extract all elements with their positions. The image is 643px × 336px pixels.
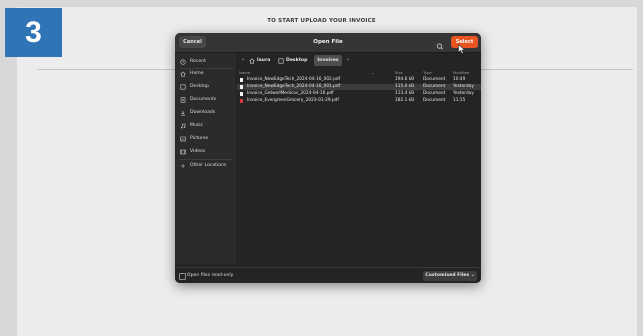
file-modified: 10:49 [453,77,466,82]
dialog-header: Cancel Open File Select [175,33,481,53]
file-name: Invoice_EvergreenGrocery_2023-01-29.pdf [247,98,339,103]
file-modified: 11:15 [453,98,466,103]
breadcrumb-label: laura [257,58,271,63]
column-header-name[interactable]: Name [239,70,250,76]
column-header-sort-icon: ⌄ [371,70,375,75]
search-icon[interactable] [434,37,446,50]
breadcrumb-item-invoices[interactable]: Invoices [314,55,342,66]
file-modified: Yesterday [453,84,474,89]
breadcrumb-item-home[interactable]: laura [249,55,276,66]
sidebar-item-label: Pictures [190,136,209,141]
file-type: Document [423,77,446,82]
step-badge: 3 [5,8,62,57]
sidebar-item-label: Downloads [190,110,216,115]
table-row[interactable]: Invoice_NewEdgeTech_2024-04-16_001.pdf 1… [237,84,481,90]
file-icon [240,85,243,89]
file-modified: Yesterday [453,91,474,96]
page-heading: TO START UPLOAD YOUR INVOICE [267,18,376,24]
file-size: 113.4 kB [395,91,415,96]
sidebar-item-label: Other Locations [190,163,227,168]
file-name: Invoice_GetwellMedicos_2024-04-16.pdf [247,91,334,96]
file-icon [240,92,243,96]
file-type: Document [423,98,446,103]
video-icon [180,149,186,155]
file-name: Invoice_NewEdgeTech_2024-04-16_002.pdf [247,77,341,82]
file-chooser-dialog: Cancel Open File Select Recent Home Desk… [175,33,481,283]
read-only-checkbox[interactable] [179,273,186,280]
sidebar-item-label: Music [190,123,204,128]
sidebar-item-label: Documents [190,97,217,102]
home-icon [180,71,186,77]
breadcrumb-item-desktop[interactable]: Desktop [278,55,312,66]
chevron-down-icon: ⌄ [470,273,475,278]
mouse-cursor-icon [458,44,466,55]
chevron-left-icon[interactable]: ‹ [239,55,247,66]
table-row[interactable]: Invoice_GetwellMedicos_2024-04-16.pdf 11… [237,91,481,97]
sidebar-item-label: Desktop [190,84,209,89]
sidebar-item-label: Home [190,71,204,76]
file-filter-label: Customised Files [425,273,470,278]
home-icon [249,57,255,63]
desktop-icon [278,58,284,64]
sidebar-divider [179,68,232,69]
download-icon [181,110,185,116]
table-row[interactable]: Invoice_NewEdgeTech_2024-04-16_002.pdf 1… [237,77,481,83]
file-size: 115.0 kB [395,84,415,89]
plus-icon [181,164,185,168]
column-header-modified[interactable]: Modified [453,70,469,76]
sidebar-item-label: Videos [190,149,206,154]
file-name: Invoice_NewEdgeTech_2024-04-16_001.pdf [247,84,341,89]
document-icon [180,97,186,103]
read-only-label: Open files read-only [187,273,234,278]
chevron-right-icon[interactable]: › [344,55,352,66]
desktop-icon [180,84,186,90]
file-icon [240,78,243,82]
file-type: Document [423,91,446,96]
file-type: Document [423,84,446,89]
column-header-size[interactable]: Size [395,70,403,76]
file-size: 194.6 kB [395,77,415,82]
picture-icon [180,136,186,142]
sidebar-item-label: Recent [190,59,206,64]
places-sidebar: Recent Home Desktop Documents Downloads … [175,53,236,264]
music-icon [180,123,186,129]
file-size: 182.1 kB [395,98,415,103]
column-header-type[interactable]: Type [423,70,432,76]
dialog-footer: Open files read-only Customised Files ⌄ [175,267,481,283]
table-row[interactable]: Invoice_EvergreenGrocery_2023-01-29.pdf … [237,98,481,104]
clock-icon [180,59,186,65]
pdf-icon [240,99,243,103]
sidebar-divider [179,159,232,160]
file-filter-dropdown[interactable]: Customised Files ⌄ [423,271,477,281]
breadcrumb-label: Desktop [286,58,308,63]
